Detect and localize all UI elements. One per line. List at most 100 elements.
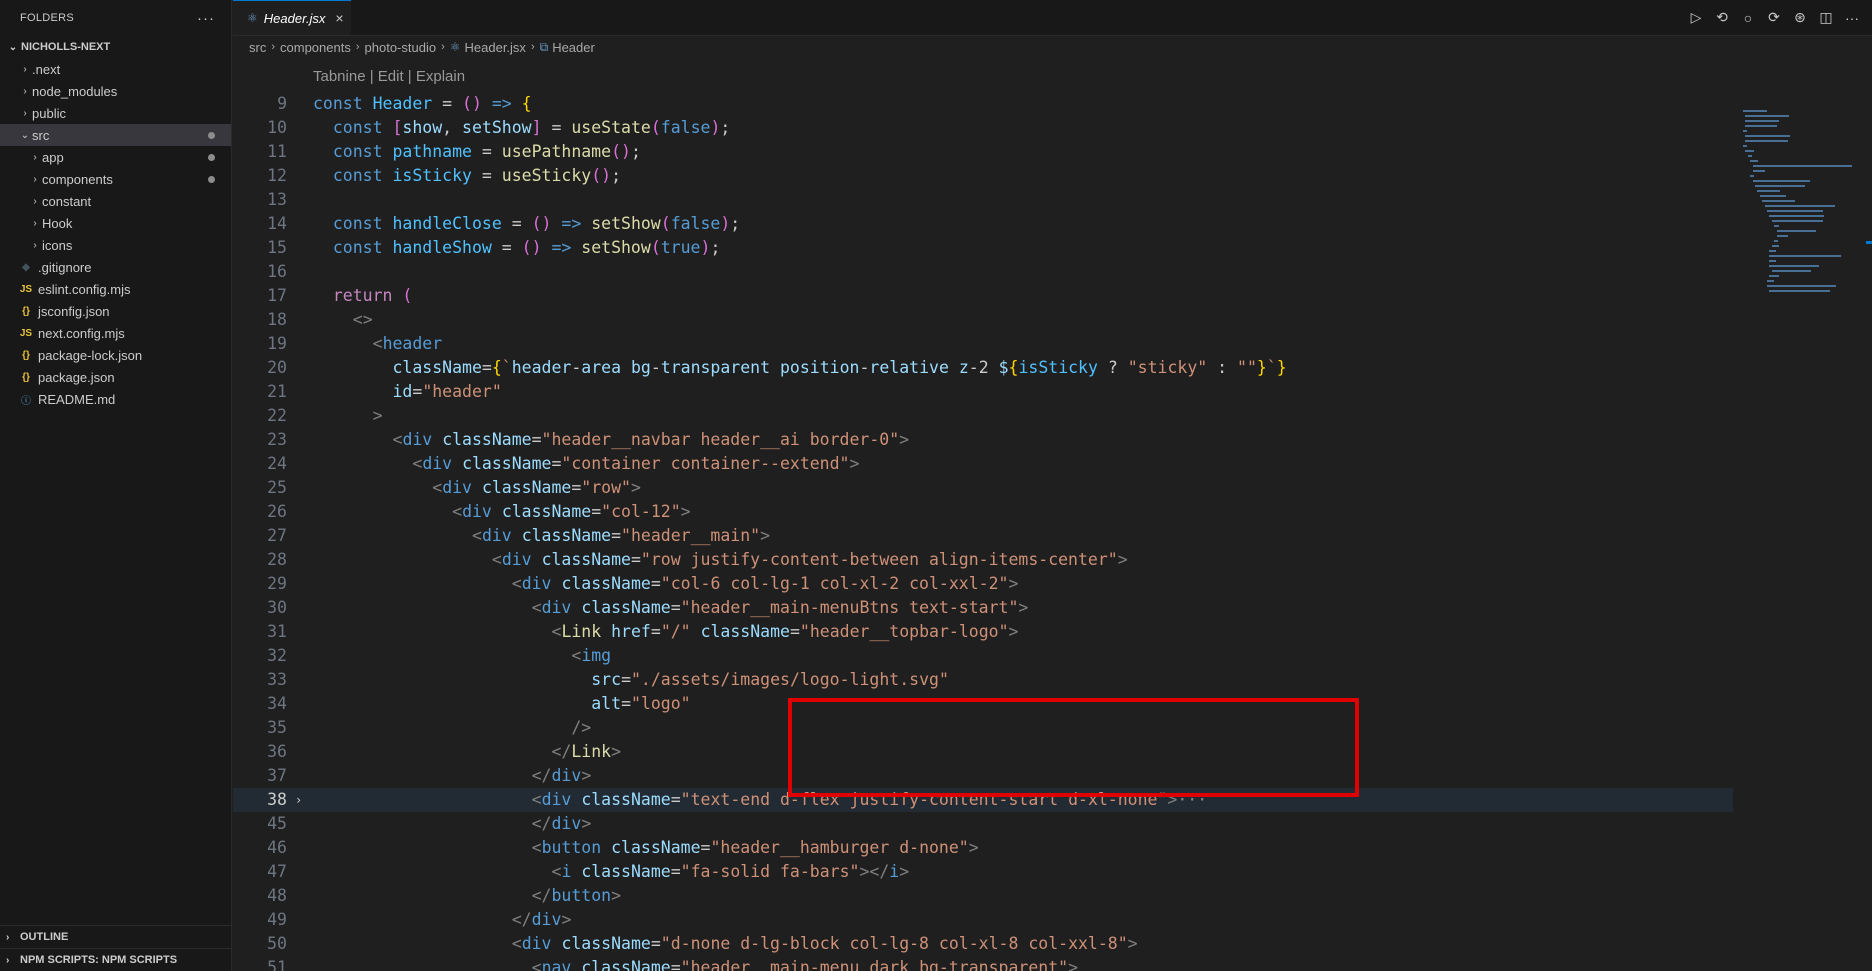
line-number: 45: [267, 814, 287, 833]
file-tree-item-jsconfig-json[interactable]: {} jsconfig.json: [0, 300, 231, 322]
json-file-icon: {}: [22, 371, 30, 383]
sidebar-panels: › OUTLINE › NPM SCRIPTS: NPM SCRIPTS: [0, 925, 232, 971]
file-tree-item-readme-md[interactable]: ⓘ README.md: [0, 388, 231, 410]
file-tree-item-public[interactable]: › public: [0, 102, 231, 124]
close-icon[interactable]: ×: [335, 10, 343, 26]
copilot-icon[interactable]: ⊛: [1792, 9, 1808, 26]
more-actions-icon[interactable]: ···: [1844, 10, 1860, 26]
commit-icon[interactable]: ○: [1740, 10, 1756, 26]
code-line[interactable]: 51 <nav className="header__main-menu dar…: [233, 956, 1733, 971]
tab-header-jsx[interactable]: ⚛ Header.jsx ×: [233, 0, 351, 35]
file-tree-item-hook[interactable]: › Hook: [0, 212, 231, 234]
file-tree-item-label: .next: [32, 61, 61, 77]
code-line[interactable]: 48 </button>: [233, 884, 1733, 908]
code-line[interactable]: 14 const handleClose = () => setShow(fal…: [233, 212, 1733, 236]
code-editor[interactable]: Tabnine | Edit | Explain 9 const Header =…: [233, 58, 1733, 971]
code-line[interactable]: 33 src="./assets/images/logo-light.svg": [233, 668, 1733, 692]
code-line[interactable]: 20 className={`header-area bg-transparen…: [233, 356, 1733, 380]
breadcrumb-item-components[interactable]: components: [280, 40, 351, 55]
split-editor-icon[interactable]: ◫: [1818, 9, 1834, 26]
file-tree-item-label: app: [42, 149, 64, 165]
code-line[interactable]: 11 const pathname = usePathname();: [233, 140, 1733, 164]
line-number: 21: [267, 382, 287, 401]
code-line[interactable]: 30 <div className="header__main-menuBtns…: [233, 596, 1733, 620]
file-tree-item-src[interactable]: ⌄ src: [0, 124, 231, 146]
file-tree-item-node-modules[interactable]: › node_modules: [0, 80, 231, 102]
code-line[interactable]: 24 <div className="container container--…: [233, 452, 1733, 476]
react-file-icon: ⚛: [449, 40, 461, 54]
code-line[interactable]: 31 <Link href="/" className="header__top…: [233, 620, 1733, 644]
code-line[interactable]: 25 <div className="row">: [233, 476, 1733, 500]
minimap[interactable]: [1733, 58, 1872, 971]
file-tree-item-package-json[interactable]: {} package.json: [0, 366, 231, 388]
code-line[interactable]: 17 return (: [233, 284, 1733, 308]
line-number: 51: [267, 958, 287, 971]
minimap-line: [1764, 205, 1835, 207]
file-tree-item-next-config-mjs[interactable]: JS next.config.mjs: [0, 322, 231, 344]
code-line[interactable]: 23 <div className="header__navbar header…: [233, 428, 1733, 452]
code-line[interactable]: 29 <div className="col-6 col-lg-1 col-xl…: [233, 572, 1733, 596]
code-line[interactable]: 34 alt="logo": [233, 692, 1733, 716]
code-line[interactable]: 15 const handleShow = () => setShow(true…: [233, 236, 1733, 260]
code-line[interactable]: 12 const isSticky = useSticky();: [233, 164, 1733, 188]
npm-scripts-panel-header[interactable]: › NPM SCRIPTS: NPM SCRIPTS: [0, 948, 232, 971]
code-line[interactable]: 35 />: [233, 716, 1733, 740]
go-back-icon[interactable]: ⟲: [1714, 9, 1730, 26]
outline-panel-header[interactable]: › OUTLINE: [0, 925, 232, 948]
file-tree-item-next[interactable]: › .next: [0, 58, 231, 80]
code-line[interactable]: 49 </div>: [233, 908, 1733, 932]
code-text: id="header": [392, 382, 502, 401]
run-icon[interactable]: ▷: [1688, 9, 1704, 26]
code-line[interactable]: 21 id="header": [233, 380, 1733, 404]
file-tree-item-label: README.md: [38, 391, 116, 407]
code-text: const handleShow = () => setShow(true);: [332, 238, 721, 257]
file-tree-item-app[interactable]: › app: [0, 146, 231, 168]
code-line[interactable]: 19 <header: [233, 332, 1733, 356]
code-line[interactable]: 47 <i className="fa-solid fa-bars"></i>: [233, 860, 1733, 884]
code-line[interactable]: 45 </div>: [233, 812, 1733, 836]
code-line[interactable]: 32 <img: [233, 644, 1733, 668]
code-line[interactable]: 10 const [show, setShow] = useState(fals…: [233, 116, 1733, 140]
line-number: 35: [267, 718, 287, 737]
code-line[interactable]: 38 › <div className="text-end d-flex just…: [233, 788, 1733, 812]
code-line[interactable]: 50 <div className="d-none d-lg-block col…: [233, 932, 1733, 956]
codelens-tabnine[interactable]: Tabnine | Edit | Explain: [313, 68, 465, 85]
code-line[interactable]: 26 <div className="col-12">: [233, 500, 1733, 524]
code-line[interactable]: 9 const Header = () => {: [233, 92, 1733, 116]
breadcrumb-item-header-jsx[interactable]: Header.jsx: [465, 40, 526, 55]
code-text: <div className="text-end d-flex justify-…: [531, 790, 1208, 809]
line-number: 38: [267, 790, 287, 809]
minimap-line: [1743, 110, 1768, 112]
code-line[interactable]: 28 <div className="row justify-content-b…: [233, 548, 1733, 572]
code-line[interactable]: 16: [233, 260, 1733, 284]
minimap-line: [1747, 155, 1752, 157]
file-tree-item-label: icons: [42, 237, 73, 253]
more-actions-icon[interactable]: ···: [197, 10, 215, 27]
folded-ellipsis[interactable]: ···: [1177, 790, 1207, 809]
minimap-line: [1771, 220, 1824, 222]
code-line[interactable]: 22 >: [233, 404, 1733, 428]
breadcrumb-separator-icon: ›: [441, 41, 445, 53]
code-line[interactable]: 18 <>: [233, 308, 1733, 332]
file-tree-item-constant[interactable]: › constant: [0, 190, 231, 212]
code-line[interactable]: 46 <button className="header__hamburger …: [233, 836, 1733, 860]
file-tree-item-icons[interactable]: › icons: [0, 234, 231, 256]
code-line[interactable]: 13: [233, 188, 1733, 212]
code-line[interactable]: 36 </Link>: [233, 740, 1733, 764]
file-tree-item-eslint-config-mjs[interactable]: JS eslint.config.mjs: [0, 278, 231, 300]
sync-icon[interactable]: ⟳: [1766, 9, 1782, 26]
line-number: 24: [267, 454, 287, 473]
breadcrumb-item-header[interactable]: Header: [552, 40, 595, 55]
line-number: 48: [267, 886, 287, 905]
workspace-root[interactable]: ⌄ NICHOLLS-NEXT: [0, 36, 231, 58]
line-number: 46: [267, 838, 287, 857]
file-tree-item-components[interactable]: › components: [0, 168, 231, 190]
file-tree-item-package-lock-json[interactable]: {} package-lock.json: [0, 344, 231, 366]
file-tree-item-label: eslint.config.mjs: [38, 281, 131, 297]
file-tree-item-gitignore[interactable]: ◆ .gitignore: [0, 256, 231, 278]
breadcrumb-item-photo-studio[interactable]: photo-studio: [365, 40, 437, 55]
code-line[interactable]: 37 </div>: [233, 764, 1733, 788]
breadcrumb-item-src[interactable]: src: [249, 40, 266, 55]
code-line[interactable]: 27 <div className="header__main">: [233, 524, 1733, 548]
fold-chevron-icon[interactable]: ›: [295, 788, 302, 812]
